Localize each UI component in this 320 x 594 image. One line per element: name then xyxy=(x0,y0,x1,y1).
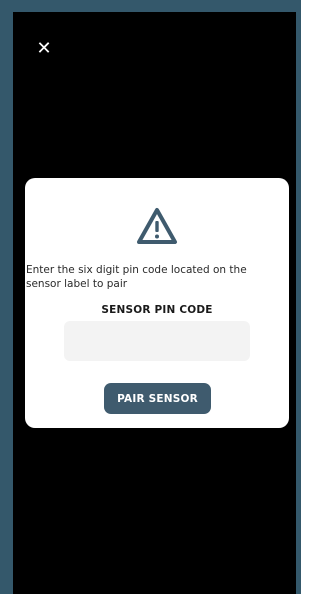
pair-instructions: Enter the six digit pin code located on … xyxy=(26,264,247,290)
pair-sensor-dialog: Enter the six digit pin code located on … xyxy=(25,178,289,428)
close-icon[interactable]: ✕ xyxy=(33,38,55,60)
screen-overlay: ✕ Enter the six digit pin code located o… xyxy=(13,12,296,594)
device-frame: ✕ Enter the six digit pin code located o… xyxy=(0,0,301,594)
pin-code-input[interactable] xyxy=(64,321,250,361)
warning-icon xyxy=(137,208,177,244)
pair-sensor-button[interactable]: PAIR SENSOR xyxy=(104,383,211,414)
pin-code-label: SENSOR PIN CODE xyxy=(101,304,213,316)
